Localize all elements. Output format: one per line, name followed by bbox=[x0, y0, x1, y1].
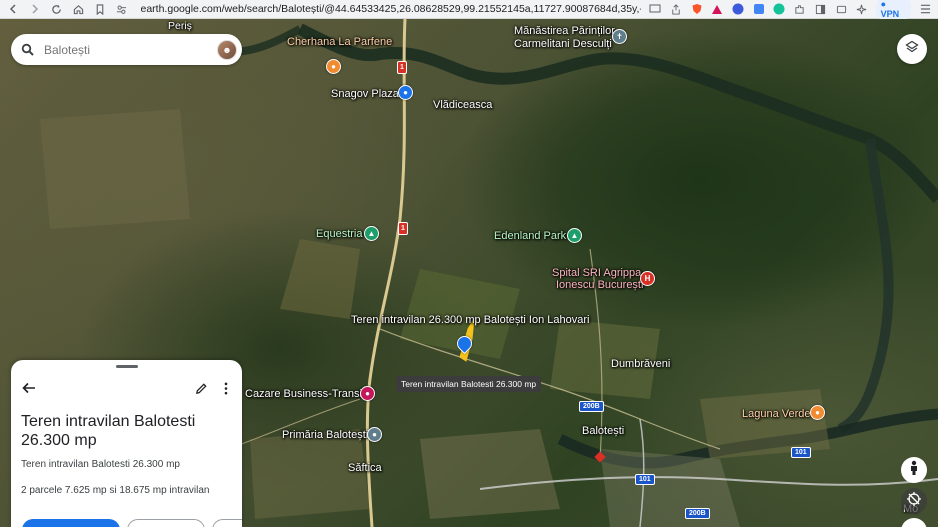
label-peris[interactable]: Periș bbox=[168, 20, 192, 32]
bookmark-icon[interactable] bbox=[93, 2, 107, 16]
vpn-dot-icon: ● bbox=[880, 0, 887, 9]
pegman-icon bbox=[909, 460, 919, 481]
grammarly-icon[interactable] bbox=[772, 2, 786, 16]
tilt-reset-button[interactable] bbox=[901, 488, 927, 514]
layers-button[interactable] bbox=[897, 34, 927, 64]
back-arrow-icon[interactable] bbox=[19, 378, 39, 398]
sidebar-icon[interactable] bbox=[814, 2, 828, 16]
hover-tooltip: Teren intravilan Balotesti 26.300 mp bbox=[396, 376, 542, 392]
restaurant-pin-icon[interactable]: ● bbox=[326, 59, 341, 74]
hotel-pin-icon[interactable]: ● bbox=[360, 386, 375, 401]
secondary-action-button[interactable] bbox=[127, 519, 205, 527]
label-cazare[interactable]: Cazare Business-Transit bbox=[245, 388, 365, 400]
label-manastirea-1[interactable]: Mănăstirea Părinților bbox=[514, 25, 615, 37]
vpn-button[interactable]: ● VPN bbox=[875, 0, 912, 20]
tertiary-action-button[interactable] bbox=[212, 519, 242, 527]
cast-icon[interactable] bbox=[649, 2, 663, 16]
layers-icon bbox=[905, 40, 919, 59]
zoom-extension-icon[interactable] bbox=[731, 2, 745, 16]
hospital-pin-icon[interactable]: H bbox=[640, 271, 655, 286]
search-input[interactable] bbox=[44, 42, 204, 57]
place-subtitle: Teren intravilan Balotesti 26.300 mp bbox=[21, 459, 180, 470]
search-icon[interactable] bbox=[21, 43, 35, 57]
church-pin-icon[interactable]: ✝ bbox=[612, 29, 627, 44]
menu-icon[interactable] bbox=[918, 2, 932, 16]
place-title: Teren intravilan Balotesti 26.300 mp bbox=[21, 413, 196, 449]
brave-rewards-icon[interactable] bbox=[710, 2, 724, 16]
label-spital-1[interactable]: Spital SRI Agrippa bbox=[552, 267, 641, 279]
more-options-icon[interactable] bbox=[216, 378, 236, 398]
panel-drag-handle[interactable] bbox=[116, 365, 138, 368]
translate-icon[interactable] bbox=[752, 2, 766, 16]
label-dumbraveni[interactable]: Dumbrăveni bbox=[611, 358, 670, 370]
wallet-icon[interactable] bbox=[834, 2, 848, 16]
street-view-button[interactable] bbox=[901, 457, 927, 483]
label-balotesti[interactable]: Balotești bbox=[582, 425, 624, 437]
road-badge-101-east: 101 bbox=[791, 447, 811, 458]
restaurant-pin-laguna-icon[interactable]: ● bbox=[810, 405, 825, 420]
road-badge-1-north: 1 bbox=[397, 61, 407, 74]
road-badge-200b-north: 200B bbox=[579, 401, 604, 412]
home-icon[interactable] bbox=[71, 2, 85, 16]
share-icon[interactable] bbox=[669, 2, 683, 16]
back-icon[interactable] bbox=[6, 2, 20, 16]
address-bar[interactable]: earth.google.com/web/search/Balotești/@4… bbox=[141, 3, 641, 15]
compass-icon bbox=[906, 491, 922, 512]
leo-ai-icon[interactable] bbox=[855, 2, 869, 16]
label-equestria[interactable]: Equestria bbox=[316, 228, 362, 240]
label-primaria[interactable]: Primăria Balotești bbox=[282, 429, 368, 441]
road-badge-1-mid: 1 bbox=[398, 222, 408, 235]
park-pin-edenland-icon[interactable]: ▲ bbox=[567, 228, 582, 243]
primary-action-button[interactable] bbox=[22, 519, 120, 527]
extensions-icon[interactable] bbox=[793, 2, 807, 16]
reload-icon[interactable] bbox=[50, 2, 64, 16]
edit-pencil-icon[interactable] bbox=[191, 378, 211, 398]
shopping-pin-icon[interactable]: ● bbox=[398, 85, 413, 100]
label-laguna-verde[interactable]: Laguna Verde bbox=[742, 408, 811, 420]
label-saftica[interactable]: Săftica bbox=[348, 462, 382, 474]
road-badge-200b-south: 200B bbox=[685, 508, 710, 519]
label-teren[interactable]: Teren intravilan 26.300 mp Balotești Ion… bbox=[351, 314, 589, 326]
label-edenland[interactable]: Edenland Park bbox=[494, 230, 566, 242]
label-cherhana[interactable]: Cherhana La Parfene bbox=[287, 36, 392, 48]
label-snagov-plaza[interactable]: Snagov Plaza bbox=[331, 88, 399, 100]
place-description: 2 parcele 7.625 mp si 18.675 mp intravil… bbox=[21, 485, 210, 496]
brave-shield-icon[interactable] bbox=[690, 2, 704, 16]
place-info-panel: Teren intravilan Balotesti 26.300 mp Ter… bbox=[11, 360, 242, 527]
vpn-label: VPN bbox=[880, 9, 900, 19]
search-box[interactable]: ☻ bbox=[11, 34, 242, 65]
site-settings-icon[interactable] bbox=[115, 2, 129, 16]
toolbar-extensions: ● VPN bbox=[649, 0, 932, 20]
label-spital-2[interactable]: Ionescu București bbox=[556, 279, 643, 291]
forward-icon[interactable] bbox=[28, 2, 42, 16]
park-pin-equestria-icon[interactable]: ▲ bbox=[364, 226, 379, 241]
townhall-pin-icon[interactable]: ● bbox=[367, 427, 382, 442]
label-vladiceasca[interactable]: Vlădiceasca bbox=[433, 99, 492, 111]
browser-toolbar: earth.google.com/web/search/Balotești/@4… bbox=[0, 0, 938, 20]
avatar[interactable]: ☻ bbox=[217, 39, 237, 60]
road-badge-101-south: 101 bbox=[635, 474, 655, 485]
label-manastirea-2[interactable]: Carmelitani Desculți bbox=[514, 38, 612, 50]
